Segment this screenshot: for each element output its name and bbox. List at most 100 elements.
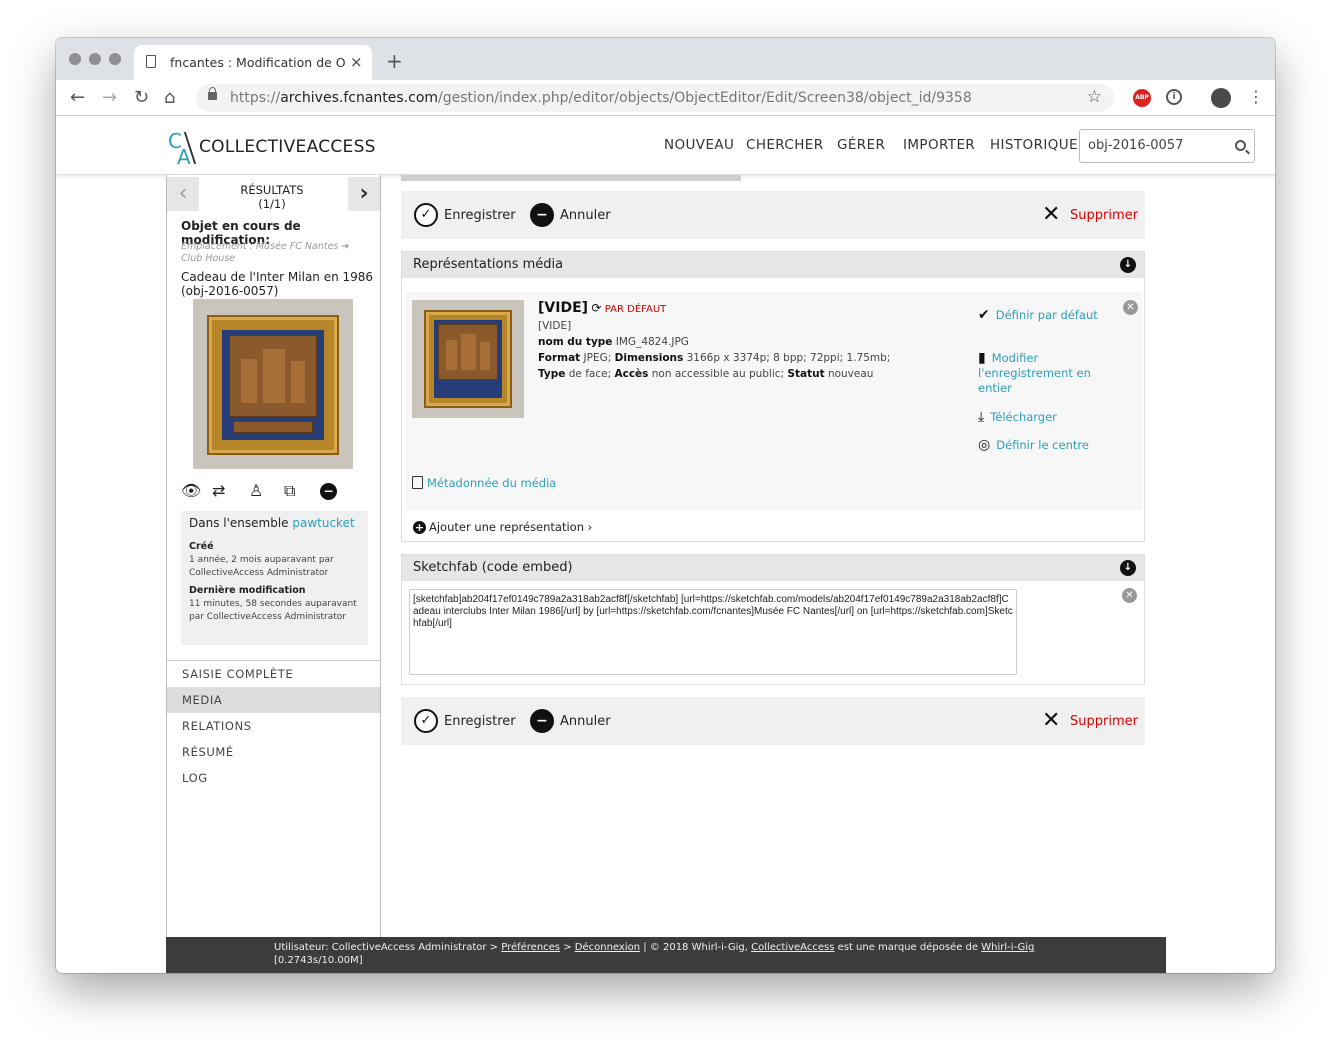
search-input[interactable] xyxy=(1088,138,1228,153)
remove-x-icon[interactable]: ✕ xyxy=(1122,588,1137,603)
media-thumbnail[interactable] xyxy=(412,300,524,418)
whirligig-link[interactable]: Whirl-i-Gig xyxy=(981,942,1034,953)
modified-value: 11 minutes, 58 secondes auparavant par C… xyxy=(189,599,357,622)
screen-menu: SAISIE COMPLÈTE MEDIA RELATIONS RÉSUMÉ L… xyxy=(167,660,380,791)
nav-gerer[interactable]: GÉRER xyxy=(837,137,885,153)
delete-button[interactable]: Supprimer xyxy=(1070,714,1138,729)
cancel-minus-icon[interactable]: − xyxy=(530,203,554,227)
set-center-action[interactable]: ◎ Définir le centre xyxy=(978,438,1108,453)
eye-icon[interactable]: 👁 xyxy=(181,481,201,500)
preferences-link[interactable]: Préférences xyxy=(501,942,560,953)
object-title: Cadeau de l'Inter Milan en 1986 (obj-201… xyxy=(181,270,374,298)
target-icon: ◎ xyxy=(978,437,991,453)
timing-text: [0.2743s/10.00M] xyxy=(274,955,363,966)
menu-item-media[interactable]: MEDIA xyxy=(167,687,380,713)
site-header: C A COLLECTIVEACCESS NOUVEAU CHERCHER GÉ… xyxy=(56,117,1275,175)
copy-icon[interactable]: ⧉ xyxy=(284,481,295,501)
edit-record-action[interactable]: ▮ Modifier l'enregistrement en entier xyxy=(978,351,1108,396)
set-membership: Dans l'ensemble pawtucket xyxy=(189,516,355,530)
save-check-icon[interactable]: ✓ xyxy=(414,709,438,733)
zoom-window-dot[interactable] xyxy=(109,53,121,65)
nav-chercher[interactable]: CHERCHER xyxy=(746,137,824,153)
info-extension-icon[interactable]: i xyxy=(1166,89,1182,105)
download-icon: ⤓ xyxy=(978,409,985,425)
delete-circle-icon[interactable]: − xyxy=(320,483,337,500)
delete-button[interactable]: Supprimer xyxy=(1070,208,1138,223)
page-footer: Utilisateur: CollectiveAccess Administra… xyxy=(166,937,1166,973)
set-info-box: Dans l'ensemble pawtucket Créé 1 année, … xyxy=(181,511,368,645)
media-representation-item: [VIDE] ⟳ PAR DÉFAUT [VIDE] nom du type I… xyxy=(406,292,1142,510)
close-window-dot[interactable] xyxy=(69,53,81,65)
delete-x-icon[interactable]: ✕ xyxy=(1042,202,1060,227)
nav-nouveau[interactable]: NOUVEAU xyxy=(664,137,734,153)
cancel-button[interactable]: Annuler xyxy=(560,208,611,223)
inspector-actions: 👁 ⇄ ♙ ⧉ − xyxy=(181,481,371,501)
home-icon[interactable]: ⌂ xyxy=(164,87,175,108)
reload-icon[interactable]: ↻ xyxy=(134,87,149,108)
default-badge: PAR DÉFAUT xyxy=(604,304,667,315)
url-field[interactable]: https://archives.fcnantes.com/gestion/in… xyxy=(196,84,1114,112)
remove-x-icon[interactable]: ✕ xyxy=(1123,300,1138,315)
cancel-button[interactable]: Annuler xyxy=(560,714,611,729)
menu-item-relations[interactable]: RELATIONS xyxy=(167,713,380,739)
toggle-icon[interactable]: ↓ xyxy=(1120,257,1136,273)
toggle-icon[interactable]: ↓ xyxy=(1120,560,1136,576)
menu-item-log[interactable]: LOG xyxy=(167,765,380,791)
results-navigation: ‹ RÉSULTATS (1/1) › xyxy=(167,177,380,211)
download-action[interactable]: ⤓ Télécharger xyxy=(978,410,1108,425)
delete-x-icon[interactable]: ✕ xyxy=(1042,708,1060,733)
bundle-header: Représentations média ↓ xyxy=(402,252,1144,278)
plus-circle-icon: + xyxy=(413,521,426,534)
browser-window: fncantes : Modification de Objet × + ← →… xyxy=(56,38,1275,973)
adblock-extension-icon[interactable]: ABP xyxy=(1133,89,1151,107)
refresh-icon: ⟳ xyxy=(591,301,602,315)
save-button[interactable]: Enregistrer xyxy=(444,208,516,223)
sketchfab-bundle: Sketchfab (code embed) ↓ [sketchfab]ab20… xyxy=(401,554,1145,685)
set-link[interactable]: pawtucket xyxy=(292,516,354,530)
back-icon[interactable]: ← xyxy=(70,87,85,108)
bundle-title: Représentations média xyxy=(413,257,564,272)
collectiveaccess-link[interactable]: CollectiveAccess xyxy=(751,942,834,953)
results-label[interactable]: RÉSULTATS (1/1) xyxy=(207,183,337,211)
file-icon: ▮ xyxy=(978,350,986,366)
menu-item-resume[interactable]: RÉSUMÉ xyxy=(167,739,380,765)
set-default-action[interactable]: ✔ Définir par défaut xyxy=(978,308,1108,323)
object-thumbnail[interactable] xyxy=(193,299,353,469)
logout-link[interactable]: Déconnexion xyxy=(575,942,640,953)
forward-icon[interactable]: → xyxy=(102,87,117,108)
bundle-title: Sketchfab (code embed) xyxy=(413,560,573,575)
save-button[interactable]: Enregistrer xyxy=(444,714,516,729)
bundle-header: Sketchfab (code embed) ↓ xyxy=(402,555,1144,581)
media-info: [VIDE] ⟳ PAR DÉFAUT [VIDE] nom du type I… xyxy=(538,300,891,380)
check-icon: ✔ xyxy=(978,307,990,323)
minimize-window-dot[interactable] xyxy=(89,53,101,65)
nav-historique[interactable]: HISTORIQUE xyxy=(990,137,1078,153)
tab-title: fncantes : Modification de Objet xyxy=(170,55,346,70)
media-representations-bundle: Représentations média ↓ [VIDE] ⟳ PAR DÉF… xyxy=(401,251,1145,542)
quick-search xyxy=(1079,129,1255,163)
bookmark-star-icon[interactable]: ☆ xyxy=(1087,87,1102,107)
previous-result-icon[interactable]: ‹ xyxy=(167,177,199,211)
browser-menu-icon[interactable]: ⋮ xyxy=(1248,87,1264,106)
breadcrumb xyxy=(401,175,741,181)
add-representation-link[interactable]: + Ajouter une représentation › xyxy=(413,520,592,534)
audio-file-icon xyxy=(412,476,423,489)
tab-bar: fncantes : Modification de Objet × + xyxy=(56,38,1275,80)
menu-item-saisie-complete[interactable]: SAISIE COMPLÈTE xyxy=(167,661,380,687)
save-check-icon[interactable]: ✓ xyxy=(414,203,438,227)
person-icon[interactable]: ♙ xyxy=(249,481,263,500)
search-icon[interactable] xyxy=(1235,140,1246,151)
profile-avatar[interactable] xyxy=(1211,88,1231,108)
browser-tab[interactable]: fncantes : Modification de Objet × xyxy=(134,45,372,80)
top-action-bar: ✓ Enregistrer − Annuler ✕ Supprimer xyxy=(401,191,1145,239)
next-result-icon[interactable]: › xyxy=(348,177,380,211)
new-tab-button[interactable]: + xyxy=(386,49,403,73)
sketchfab-embed-textarea[interactable]: [sketchfab]ab204f17ef0149c789a2a318ab2ac… xyxy=(409,589,1017,675)
tab-close-icon[interactable]: × xyxy=(350,53,363,71)
nav-importer[interactable]: IMPORTER xyxy=(903,137,975,153)
lock-icon xyxy=(208,87,217,100)
media-metadata-link[interactable]: Métadonnée du média xyxy=(412,476,556,490)
location-text[interactable]: Emplacement : Musée FC Nantes ➜ Club Hou… xyxy=(181,241,371,265)
duplicate-icon[interactable]: ⇄ xyxy=(212,481,225,500)
cancel-minus-icon[interactable]: − xyxy=(530,709,554,733)
